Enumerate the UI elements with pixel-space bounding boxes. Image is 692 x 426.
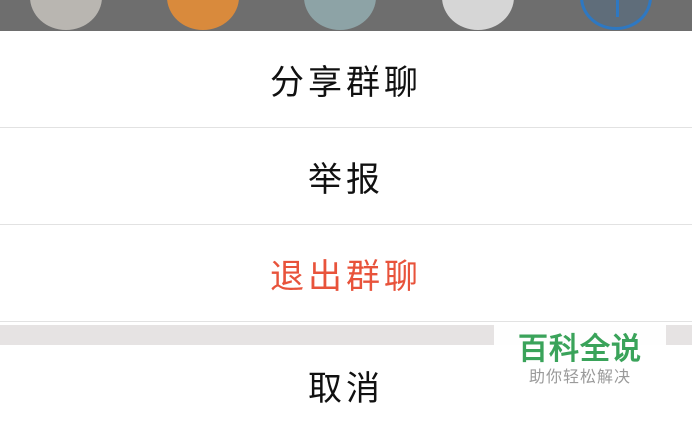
watermark-subtitle: 助你轻松解决 [528, 367, 631, 386]
avatar[interactable] [442, 0, 514, 30]
share-group-button[interactable]: 分享群聊 [0, 31, 692, 128]
watermark: 百科全说 助你轻松解决 [494, 324, 666, 396]
add-member-button[interactable] [580, 0, 652, 30]
exit-group-button[interactable]: 退出群聊 [0, 225, 692, 322]
share-group-label: 分享群聊 [270, 62, 422, 103]
exit-group-label: 退出群聊 [270, 256, 422, 297]
group-member-strip [0, 0, 692, 31]
report-button[interactable]: 举报 [0, 128, 692, 225]
avatar[interactable] [167, 0, 239, 30]
report-label: 举报 [308, 159, 384, 200]
cancel-label: 取消 [308, 369, 384, 409]
avatar[interactable] [304, 0, 376, 30]
avatar[interactable] [30, 0, 102, 30]
plus-icon [616, 0, 619, 17]
watermark-title: 百科全说 [518, 332, 642, 367]
